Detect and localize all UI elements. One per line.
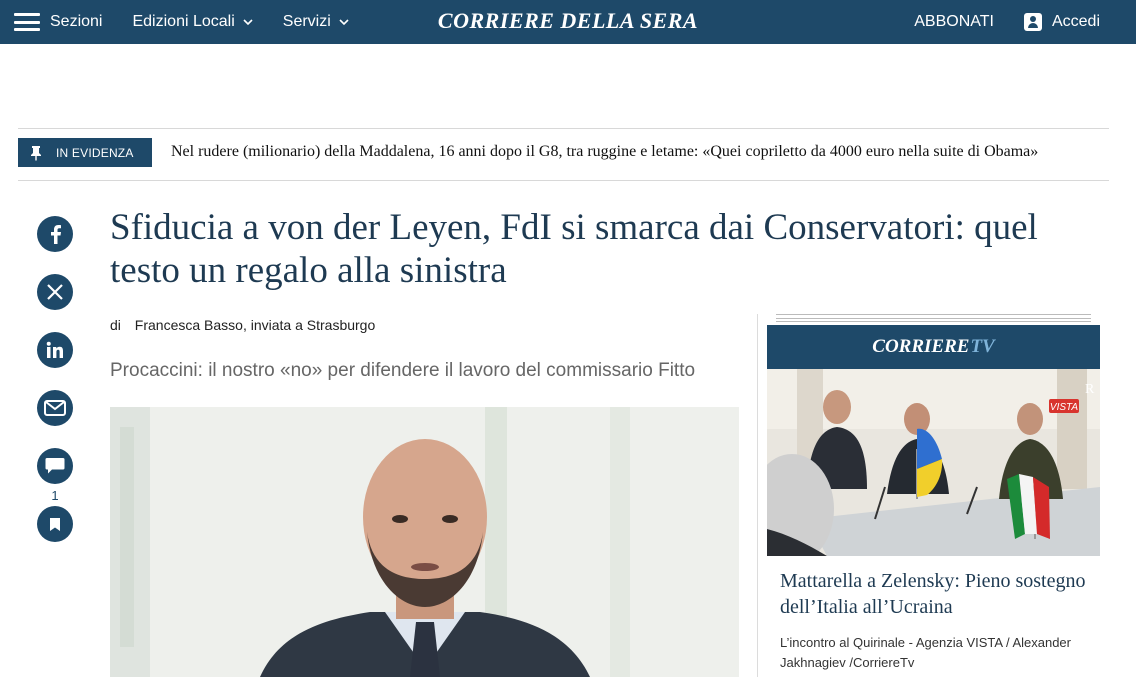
article-headline: Sfiducia a von der Leyen, FdI si smarca … (110, 207, 1038, 291)
accedi-button[interactable]: Accedi (1023, 13, 1100, 31)
section-rule (776, 314, 1091, 322)
accedi-label: Accedi (1051, 13, 1100, 30)
svg-text:R: R (1085, 382, 1095, 397)
nav-right: ABBONATI Accedi (914, 0, 1100, 44)
edizioni-locali-dropdown[interactable]: Edizioni Locali (132, 13, 253, 31)
facebook-icon (51, 225, 61, 244)
corriere-tv-card: CORRIERE TV VISTA R Mattarella a Zelensk… (767, 325, 1100, 677)
article-byline: di Francesca Basso, inviata a Strasburgo (110, 317, 375, 333)
user-icon (1023, 13, 1042, 31)
sections-menu-button[interactable]: Sezioni (14, 13, 102, 31)
video-watermark: VISTA (1050, 402, 1078, 413)
linkedin-share-button[interactable] (37, 332, 73, 368)
byline-prefix: di (110, 317, 121, 333)
video-thumbnail: VISTA R (767, 369, 1100, 556)
column-divider (757, 314, 758, 677)
abbonati-button[interactable]: ABBONATI (914, 13, 994, 31)
hamburger-icon (14, 13, 40, 31)
corriere-tv-header[interactable]: CORRIERE TV (767, 325, 1100, 369)
corriere-tv-caption: L’incontro al Quirinale - Agenzia VISTA … (780, 635, 1071, 670)
in-evidenza-badge: IN EVIDENZA (18, 138, 152, 167)
chevron-down-icon (243, 19, 253, 26)
in-evidenza-link[interactable]: Nel rudere (milionario) della Maddalena,… (171, 143, 1038, 161)
in-evidenza-label: IN EVIDENZA (56, 145, 134, 160)
bookmark-button[interactable] (37, 506, 73, 542)
email-share-button[interactable] (37, 390, 73, 426)
servizi-label: Servizi (282, 13, 331, 30)
comments-button[interactable] (37, 448, 73, 484)
comment-icon (45, 458, 65, 474)
article-photo (110, 407, 739, 677)
corriere-tv-suffix: TV (970, 336, 995, 357)
nav-left: Sezioni Edizioni Locali Servizi (14, 0, 349, 44)
x-icon (47, 284, 63, 300)
article-photo-illustration (110, 407, 739, 677)
byline-author[interactable]: Francesca Basso, inviata a Strasburgo (135, 317, 375, 333)
bookmark-icon (50, 517, 60, 531)
edizioni-label: Edizioni Locali (132, 13, 235, 30)
in-evidenza-strip: IN EVIDENZA Nel rudere (milionario) dell… (18, 128, 1109, 181)
facebook-share-button[interactable] (37, 216, 73, 252)
comment-count: 1 (51, 488, 59, 503)
article-subtitle: Procaccini: il nostro «no» per difendere… (110, 360, 696, 381)
sections-label: Sezioni (50, 13, 103, 30)
corriere-tv-brand: CORRIERE (872, 336, 970, 357)
corriere-tv-title[interactable]: Mattarella a Zelensky: Pieno sostegno de… (780, 568, 1090, 620)
pin-icon (31, 145, 41, 161)
linkedin-icon (46, 341, 63, 358)
x-share-button[interactable] (37, 274, 73, 310)
servizi-dropdown[interactable]: Servizi (283, 13, 349, 31)
top-nav-bar: Sezioni Edizioni Locali Servizi CORRIERE… (0, 0, 1136, 44)
chevron-down-icon (339, 19, 349, 26)
site-logo[interactable]: CORRIERE DELLA SERA (438, 8, 698, 33)
corriere-tv-video[interactable]: VISTA R (767, 369, 1100, 556)
mail-icon (44, 400, 66, 416)
